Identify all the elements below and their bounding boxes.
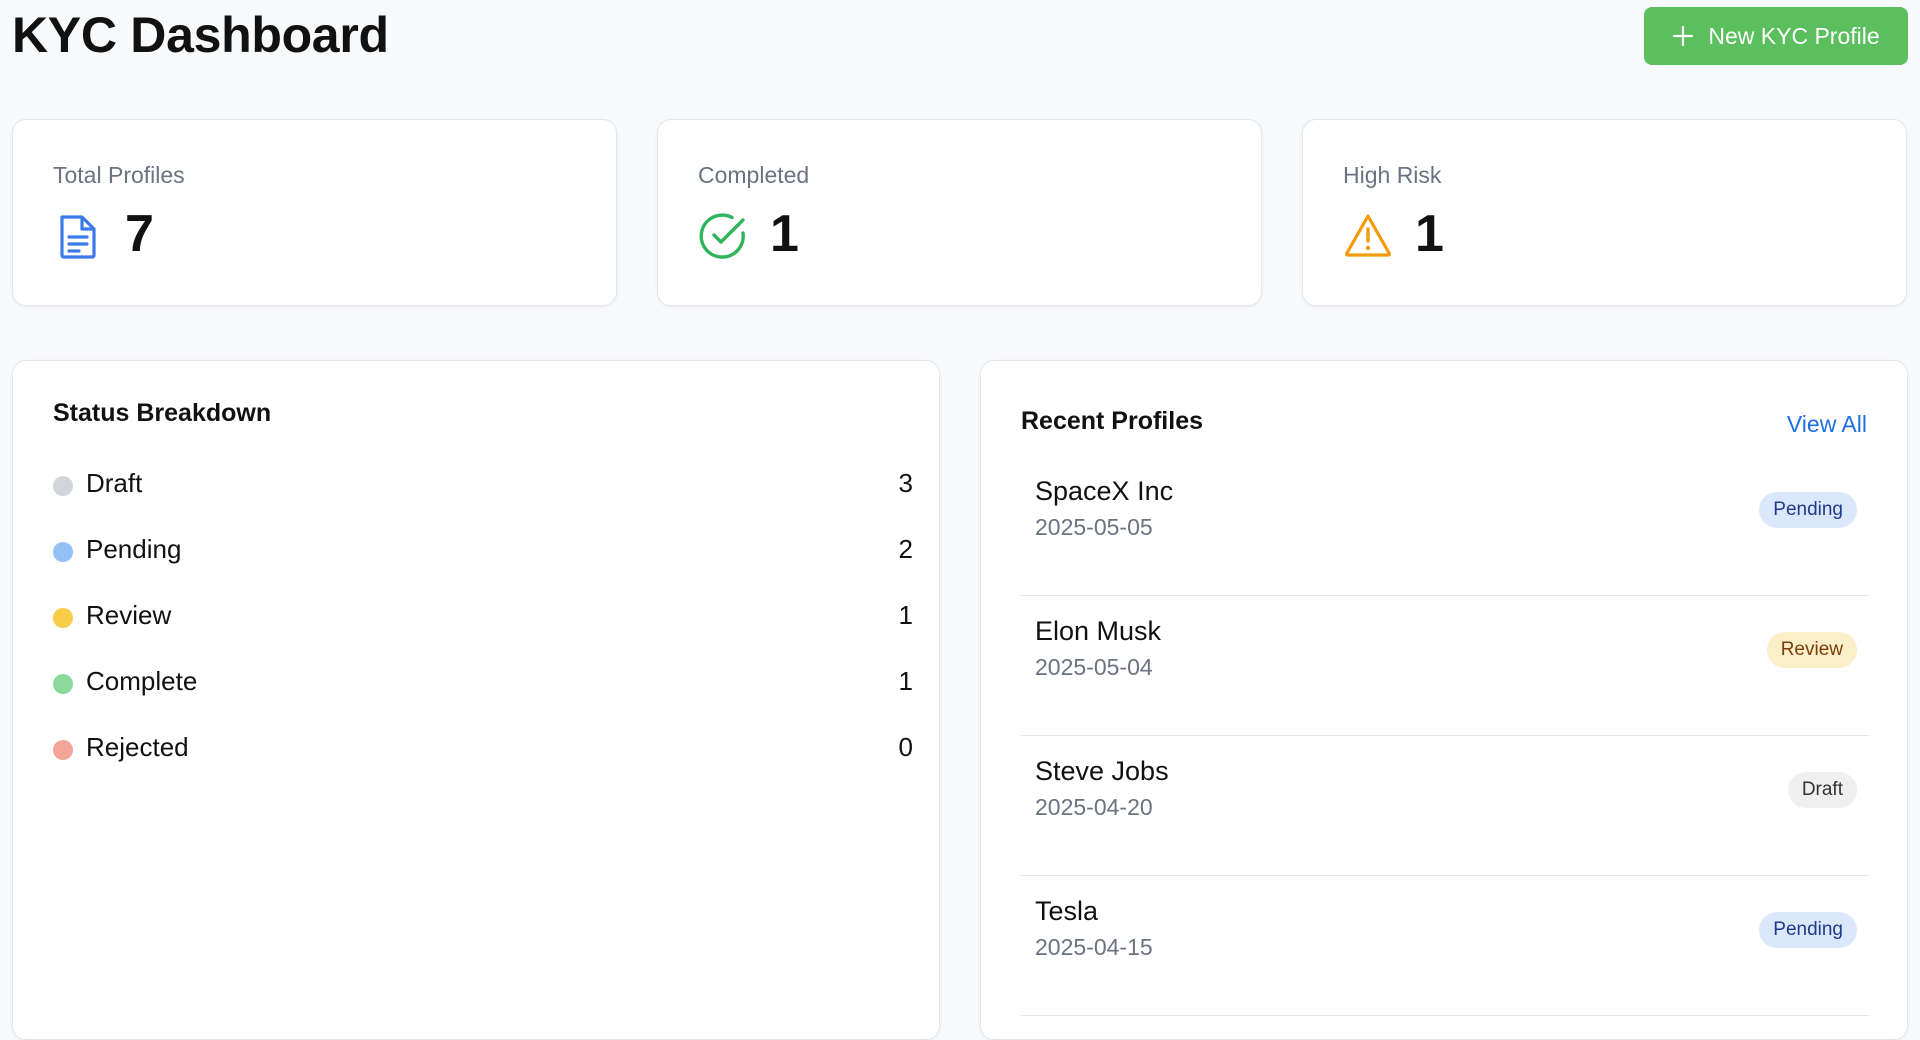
status-name: Complete bbox=[86, 666, 198, 696]
status-badge: Review bbox=[1766, 632, 1857, 668]
status-badge: Draft bbox=[1787, 772, 1857, 808]
stat-card-total-profiles: Total Profiles 7 bbox=[12, 119, 617, 306]
profile-name: Tesla bbox=[1035, 896, 1099, 926]
status-breakdown-title: Status Breakdown bbox=[53, 399, 272, 427]
profile-name: Elon Musk bbox=[1035, 616, 1162, 646]
plus-icon bbox=[1672, 25, 1694, 47]
stat-label: Completed bbox=[698, 162, 810, 188]
status-dot bbox=[53, 740, 73, 760]
profile-date: 2025-04-15 bbox=[1035, 934, 1153, 960]
status-name: Draft bbox=[86, 468, 143, 498]
status-dot bbox=[53, 542, 73, 562]
page-title: KYC Dashboard bbox=[12, 7, 389, 63]
new-kyc-profile-button[interactable]: New KYC Profile bbox=[1644, 7, 1908, 65]
profile-item[interactable]: Steve Jobs 2025-04-20 Draft bbox=[1021, 736, 1869, 876]
stat-label: Total Profiles bbox=[53, 162, 185, 188]
warning-icon bbox=[1343, 211, 1393, 261]
stat-value: 1 bbox=[1415, 205, 1444, 263]
page-header: KYC Dashboard New KYC Profile bbox=[12, 0, 1908, 72]
status-name: Rejected bbox=[86, 732, 189, 762]
status-row-draft: Draft 3 bbox=[53, 464, 913, 504]
status-row-review: Review 1 bbox=[53, 596, 913, 636]
profile-item[interactable]: Elon Musk 2025-05-04 Review bbox=[1021, 596, 1869, 736]
status-count: 3 bbox=[898, 468, 913, 498]
new-kyc-profile-label: New KYC Profile bbox=[1708, 22, 1880, 49]
stat-card-high-risk: High Risk 1 bbox=[1302, 119, 1907, 306]
status-count: 1 bbox=[898, 666, 913, 696]
status-dot bbox=[53, 674, 73, 694]
document-icon bbox=[53, 211, 103, 261]
stat-value: 7 bbox=[125, 205, 154, 263]
profile-date: 2025-05-05 bbox=[1035, 514, 1153, 540]
recent-profiles-title: Recent Profiles bbox=[1021, 407, 1204, 435]
profile-date: 2025-05-04 bbox=[1035, 654, 1153, 680]
check-circle-icon bbox=[698, 211, 748, 261]
view-all-link[interactable]: View All bbox=[1787, 411, 1867, 438]
status-count: 0 bbox=[898, 732, 913, 762]
status-name: Pending bbox=[86, 534, 182, 564]
status-count: 1 bbox=[898, 600, 913, 630]
status-row-pending: Pending 2 bbox=[53, 530, 913, 570]
profile-item[interactable]: Tesla 2025-04-15 Pending bbox=[1021, 876, 1869, 1016]
status-row-complete: Complete 1 bbox=[53, 662, 913, 702]
status-count: 2 bbox=[898, 534, 913, 564]
profile-name: Steve Jobs bbox=[1035, 756, 1169, 786]
recent-profiles-panel: Recent Profiles View All SpaceX Inc 2025… bbox=[980, 360, 1908, 1040]
status-dot bbox=[53, 608, 73, 628]
profile-item[interactable]: SpaceX Inc 2025-05-05 Pending bbox=[1021, 456, 1869, 596]
status-badge: Pending bbox=[1759, 492, 1857, 528]
stat-label: High Risk bbox=[1343, 162, 1442, 188]
status-name: Review bbox=[86, 600, 172, 630]
status-badge: Pending bbox=[1759, 912, 1857, 948]
profile-name: SpaceX Inc bbox=[1035, 476, 1174, 506]
stat-card-completed: Completed 1 bbox=[657, 119, 1262, 306]
profile-date: 2025-04-20 bbox=[1035, 794, 1153, 820]
stat-value: 1 bbox=[770, 205, 799, 263]
status-row-rejected: Rejected 0 bbox=[53, 728, 913, 768]
status-dot bbox=[53, 476, 73, 496]
status-breakdown-panel: Status Breakdown Draft 3 Pending 2 Revie… bbox=[12, 360, 940, 1040]
